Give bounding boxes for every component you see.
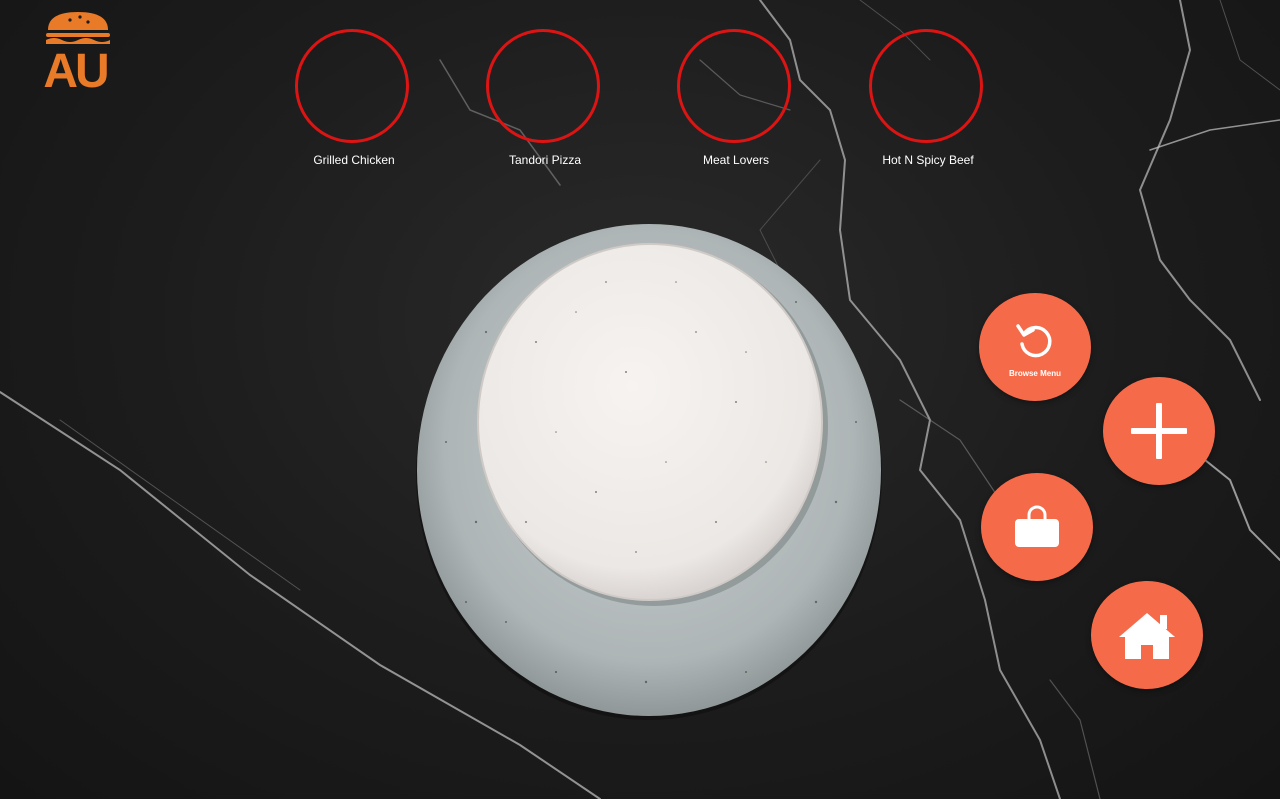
browse-menu-label: Browse Menu (1008, 369, 1061, 378)
dish-ring[interactable] (295, 29, 409, 143)
add-button[interactable] (1103, 377, 1215, 485)
dish-option-hot-n-spicy-beef[interactable]: Hot N Spicy Beef (848, 28, 988, 178)
app-screen: AU Grilled Chicken Tandori Pizza Meat Lo… (0, 0, 1280, 799)
refresh-icon (1016, 323, 1052, 357)
dish-ring[interactable] (869, 29, 983, 143)
dish-label: Hot N Spicy Beef (882, 153, 974, 167)
dish-option-tandori-pizza[interactable]: Tandori Pizza (465, 28, 605, 178)
plate-image (416, 224, 882, 720)
plus-icon (1131, 403, 1187, 459)
logo-text: AU (43, 45, 109, 98)
dish-option-meat-lovers[interactable]: Meat Lovers (656, 28, 796, 178)
dish-label: Grilled Chicken (313, 153, 395, 167)
dish-ring[interactable] (486, 29, 600, 143)
brand-logo[interactable]: AU (40, 8, 116, 100)
dish-label: Tandori Pizza (508, 153, 582, 167)
cart-button[interactable] (981, 473, 1093, 581)
home-button[interactable] (1091, 581, 1203, 689)
dish-label: Meat Lovers (702, 153, 770, 167)
browse-menu-button[interactable]: Browse Menu (979, 293, 1091, 401)
dish-option-grilled-chicken[interactable]: Grilled Chicken (274, 28, 414, 178)
home-icon (1119, 613, 1175, 659)
dish-ring[interactable] (677, 29, 791, 143)
shopping-bag-icon (1015, 505, 1059, 547)
